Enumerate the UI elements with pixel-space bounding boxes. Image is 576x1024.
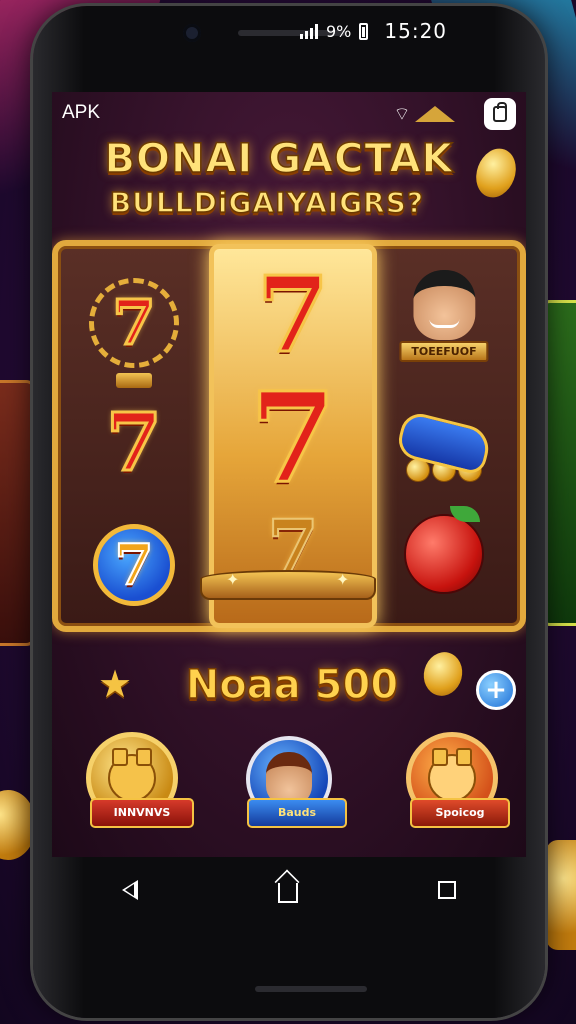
battery-icon <box>359 22 369 40</box>
shop-bag-button[interactable] <box>484 98 516 130</box>
back-triangle-icon[interactable] <box>122 880 138 900</box>
background-slot-machine-left <box>0 380 36 646</box>
star-icon: ★ <box>98 662 133 706</box>
signal-percent: 9% <box>326 21 352 41</box>
game-title-line1: BONAI GACTAK <box>104 135 454 183</box>
home-icon[interactable] <box>278 883 298 903</box>
game-title-line2: BULLDiGAIYAIGRS? <box>109 185 425 220</box>
status-bar: 9% 15:20 <box>300 18 475 44</box>
bottom-grille <box>255 986 367 992</box>
big-seven-icon-top: 7 <box>255 253 330 376</box>
house-build-icon[interactable] <box>414 100 456 128</box>
recents-square-icon[interactable] <box>438 881 456 899</box>
medal-label-2: Bauds <box>247 798 347 828</box>
reel-left[interactable]: 7 7 7 <box>64 252 204 620</box>
blue-glove-coins-icon <box>394 409 494 482</box>
medal-label-3: Spoicog <box>410 798 510 828</box>
slot-machine-frame: 7 7 7 7 7 7 ✦ ✦ TOEEFUOF <box>52 240 526 632</box>
android-nav-bar <box>52 857 526 923</box>
big-seven-icon-middle: 7 <box>248 366 337 511</box>
background-coin-left <box>0 790 36 860</box>
apk-label: APK <box>62 102 101 123</box>
blue-seven-badge-icon: 7 <box>93 524 175 606</box>
avatar-ribbon: TOEEFUOF <box>399 341 489 362</box>
sparkle-icon: ✦ <box>336 570 350 589</box>
game-screen: APK ⌔ BONAI GACTAK BULLDiGAIYAIGRS? 7 7 … <box>52 92 526 857</box>
red-seven-icon: 7 <box>105 395 164 489</box>
avatar-man-icon: TOEEFUOF <box>399 270 489 362</box>
reel-right[interactable]: TOEEFUOF <box>374 252 514 620</box>
bag-icon <box>493 102 507 122</box>
red-fruit-coin-icon <box>404 506 484 594</box>
add-coins-button[interactable]: + <box>476 670 516 710</box>
laurel-ribbon <box>115 373 153 388</box>
background-coin-stack-right <box>546 840 576 950</box>
sparkle-icon: ✦ <box>226 570 240 589</box>
laurel-seven-icon: 7 <box>89 278 179 388</box>
medal-label-1: INNVNVS <box>90 798 194 828</box>
front-camera <box>183 24 201 42</box>
signal-bars-icon <box>300 23 318 39</box>
wifi-off-icon[interactable]: ⌔ <box>390 100 414 128</box>
balance-value: Noaa 500 <box>185 661 399 709</box>
clock: 15:20 <box>384 19 448 43</box>
coin-icon <box>418 647 468 701</box>
background-slot-machine-right <box>540 300 576 626</box>
